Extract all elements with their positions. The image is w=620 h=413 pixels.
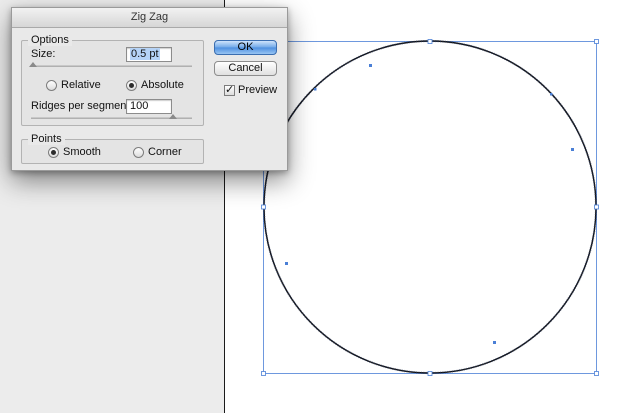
preview-check-icon[interactable]: ✓ [224, 84, 235, 96]
corner-radio[interactable]: Corner [133, 146, 182, 158]
options-group-label: Options [28, 34, 72, 46]
points-group-label: Points [28, 133, 65, 145]
dialog-title: Zig Zag [12, 8, 287, 28]
smooth-label: Smooth [63, 146, 101, 158]
relative-radio-button[interactable] [46, 79, 57, 91]
zigzag-circle-path[interactable] [263, 40, 597, 374]
zigzag-ridges [262, 39, 598, 375]
ridges-field[interactable]: 100 [126, 99, 172, 114]
ridges-slider-track[interactable] [31, 117, 192, 119]
absolute-label: Absolute [141, 79, 184, 91]
size-label: Size: [31, 48, 56, 60]
absolute-radio-button[interactable] [126, 79, 137, 91]
ridges-slider-thumb[interactable] [169, 114, 177, 119]
corner-label: Corner [148, 146, 182, 158]
anchor-points[interactable] [285, 64, 574, 344]
preview-checkbox[interactable]: ✓ Preview [224, 84, 277, 96]
size-value: 0.5 pt [130, 48, 160, 60]
smooth-radio[interactable]: Smooth [48, 146, 101, 158]
preview-label: Preview [238, 84, 278, 96]
size-field[interactable]: 0.5 pt [126, 47, 172, 62]
relative-label: Relative [61, 79, 101, 91]
zig-zag-dialog: Zig Zag Options Size: 0.5 pt Relative Ab… [11, 7, 288, 171]
ridges-label: Ridges per segment: [31, 100, 133, 112]
size-slider-track[interactable] [31, 65, 192, 67]
smooth-radio-button[interactable] [48, 146, 59, 158]
ok-button[interactable]: OK [214, 40, 277, 55]
corner-radio-button[interactable] [133, 146, 144, 158]
cancel-button[interactable]: Cancel [214, 61, 277, 76]
absolute-radio[interactable]: Absolute [126, 79, 184, 91]
size-slider-thumb[interactable] [29, 62, 37, 67]
relative-radio[interactable]: Relative [46, 79, 101, 91]
